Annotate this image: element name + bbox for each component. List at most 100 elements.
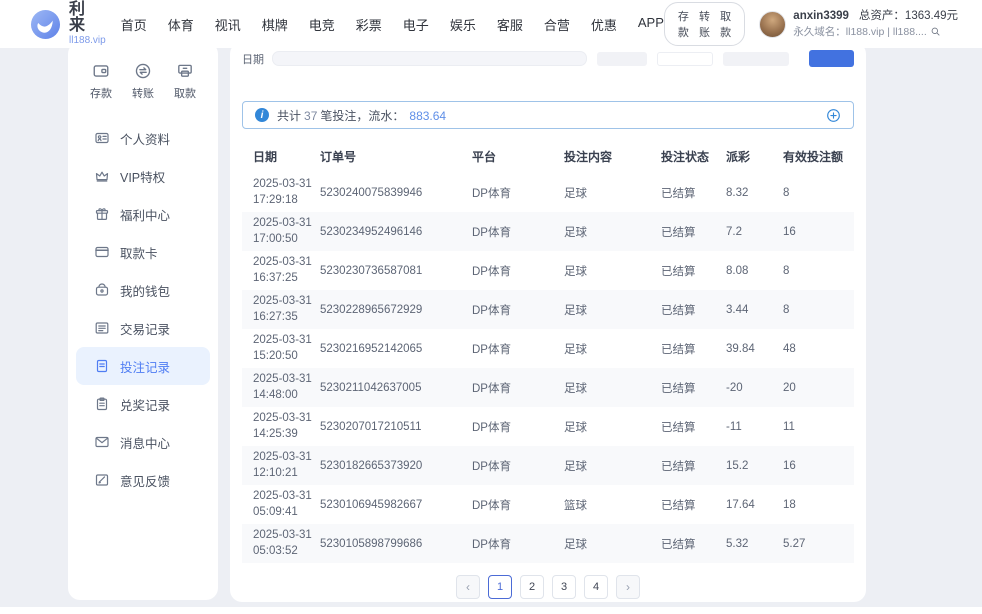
pagination-next-button[interactable]: › — [616, 575, 640, 599]
cell-bet-content: 足球 — [564, 539, 587, 551]
sidebar-item-label: VIP特权 — [120, 167, 165, 186]
pagination-page-4[interactable]: 4 — [584, 575, 608, 599]
feedback-icon — [94, 472, 110, 488]
expand-plus-icon[interactable] — [826, 108, 841, 123]
nav-item-home[interactable]: 首页 — [121, 15, 147, 34]
cell-order-no: 5230182665373920 — [320, 460, 422, 472]
cell-date: 2025-03-3116:27:35 — [253, 294, 320, 325]
nav-item-esports[interactable]: 电竞 — [309, 15, 335, 34]
cell-valid-amount: 18 — [783, 499, 796, 511]
table-header-row: 日期订单号平台投注内容投注状态派彩有效投注额 — [242, 139, 854, 173]
nav-item-sports[interactable]: 体育 — [168, 15, 194, 34]
sidebar-item-vip[interactable]: VIP特权 — [76, 157, 210, 195]
sidebar-item-label: 投注记录 — [120, 357, 170, 376]
cell-bet-status: 已结算 — [661, 344, 696, 356]
cell-bet-content: 足球 — [564, 461, 587, 473]
sidebar-item-profile[interactable]: 个人资料 — [76, 119, 210, 157]
shortcut-deposit[interactable]: 存款 — [90, 62, 112, 101]
nav-item-lottery[interactable]: 彩票 — [356, 15, 382, 34]
sidebar-item-label: 交易记录 — [120, 319, 170, 338]
nav-item-board-games[interactable]: 棋牌 — [262, 15, 288, 34]
username: anxin3399 — [793, 10, 849, 22]
shortcut-withdraw[interactable]: 取款 — [174, 62, 196, 101]
table-row: 2025-03-3105:09:415230106945982667DP体育篮球… — [242, 485, 854, 524]
sidebar: 存款转账 取款 个人资料 VIP特权福利中心取款卡我的钱包交易记录投注记录兑奖记录消… — [68, 42, 218, 600]
deposit-icon — [92, 62, 110, 80]
cell-platform: DP体育 — [472, 188, 511, 200]
nav-item-live-video[interactable]: 视讯 — [215, 15, 241, 34]
sidebar-item-label: 兑奖记录 — [120, 395, 170, 414]
cell-order-no: 5230211042637005 — [320, 382, 421, 394]
table-row: 2025-03-3116:27:355230228965672929DP体育足球… — [242, 290, 854, 329]
nav-item-customer-service[interactable]: 客服 — [497, 15, 523, 34]
table-row: 2025-03-3117:00:505230234952496146DP体育足球… — [242, 212, 854, 251]
table-row: 2025-03-3114:48:005230211042637005DP体育足球… — [242, 368, 854, 407]
nav-item-app[interactable]: APP — [638, 15, 664, 34]
table-row: 2025-03-3114:25:395230207017210511DP体育足球… — [242, 407, 854, 446]
redeem-icon — [94, 396, 110, 412]
wallet-action-withdraw[interactable]: 取款 — [720, 8, 731, 40]
cell-valid-amount: 48 — [783, 343, 796, 355]
main-nav: 首页 体育 视讯 棋牌 电竞 彩票 电子 娱乐 客服 合营 优惠 APP — [121, 15, 664, 34]
bet-count: 37 — [304, 109, 317, 123]
sidebar-menu: 个人资料 VIP特权福利中心取款卡我的钱包交易记录投注记录兑奖记录消息中心意见反馈 — [68, 119, 218, 499]
welfare-icon — [94, 206, 110, 222]
column-header: 日期 — [242, 139, 320, 173]
shortcut-transfer[interactable]: 转账 — [132, 62, 154, 101]
cell-payout: 7.2 — [726, 226, 742, 238]
user-block: anxin3399总资产：1363.49元 永久域名：ll188.vip | l… — [759, 9, 958, 39]
sidebar-item-transaction-records[interactable]: 交易记录 — [76, 309, 210, 347]
nav-item-entertainment[interactable]: 娱乐 — [450, 15, 476, 34]
sidebar-item-welfare-center[interactable]: 福利中心 — [76, 195, 210, 233]
cell-order-no: 5230207017210511 — [320, 421, 421, 433]
profile-icon — [94, 130, 110, 146]
message-icon — [94, 434, 110, 450]
wallet-action-deposit[interactable]: 存款 — [678, 8, 689, 40]
sidebar-item-label: 个人资料 — [120, 129, 170, 148]
logo-icon — [30, 9, 61, 40]
date-range-input[interactable] — [272, 51, 587, 66]
table-row: 2025-03-3117:29:185230240075839946DP体育足球… — [242, 173, 854, 212]
sidebar-item-redeem-records[interactable]: 兑奖记录 — [76, 385, 210, 423]
cell-platform: DP体育 — [472, 266, 511, 278]
pagination-page-3[interactable]: 3 — [552, 575, 576, 599]
table-row: 2025-03-3115:20:505230216952142065DP体育足球… — [242, 329, 854, 368]
cell-valid-amount: 8 — [783, 265, 789, 277]
summary-text: 共计37笔投注，流水：883.64 — [277, 107, 446, 124]
wallet-icon — [94, 282, 110, 298]
sidebar-item-message-center[interactable]: 消息中心 — [76, 423, 210, 461]
summary-bar: i 共计37笔投注，流水：883.64 — [242, 101, 854, 129]
withdraw-card-icon — [94, 244, 110, 260]
search-icon[interactable] — [930, 26, 941, 37]
cell-payout: 17.64 — [726, 499, 755, 511]
pagination-page-1[interactable]: 1 — [488, 575, 512, 599]
column-header: 订单号 — [320, 139, 472, 173]
sidebar-item-feedback[interactable]: 意见反馈 — [76, 461, 210, 499]
sidebar-item-bet-records[interactable]: 投注记录 — [76, 347, 210, 385]
sidebar-item-withdraw-card[interactable]: 取款卡 — [76, 233, 210, 271]
filter-segment[interactable] — [597, 52, 647, 66]
cell-platform: DP体育 — [472, 344, 511, 356]
cell-payout: 5.32 — [726, 538, 748, 550]
summary-prefix: 共计 — [277, 109, 301, 123]
header: 利 来 ll188.vip 首页体育视讯棋牌电竞彩票电子娱乐客服合营优惠APP … — [0, 0, 982, 48]
avatar[interactable] — [759, 11, 786, 38]
filter-segment[interactable] — [723, 52, 789, 66]
cell-platform: DP体育 — [472, 539, 511, 551]
cell-order-no: 5230216952142065 — [320, 343, 422, 355]
filter-segment[interactable] — [657, 52, 713, 66]
shortcut-label: 转账 — [132, 85, 154, 101]
cell-platform: DP体育 — [472, 422, 511, 434]
nav-item-promotions[interactable]: 优惠 — [591, 15, 617, 34]
pagination-prev-button[interactable]: ‹ — [456, 575, 480, 599]
nav-item-slots[interactable]: 电子 — [403, 15, 429, 34]
logo[interactable]: 利 来 ll188.vip — [30, 2, 106, 46]
search-button[interactable] — [809, 50, 854, 67]
pagination-page-2[interactable]: 2 — [520, 575, 544, 599]
assets-label: 总资产： — [859, 10, 905, 22]
sidebar-item-my-wallet[interactable]: 我的钱包 — [76, 271, 210, 309]
table-row: 2025-03-3116:37:255230230736587081DP体育足球… — [242, 251, 854, 290]
withdraw-icon — [176, 62, 194, 80]
wallet-action-transfer[interactable]: 转账 — [699, 8, 710, 40]
nav-item-partnership[interactable]: 合营 — [544, 15, 570, 34]
